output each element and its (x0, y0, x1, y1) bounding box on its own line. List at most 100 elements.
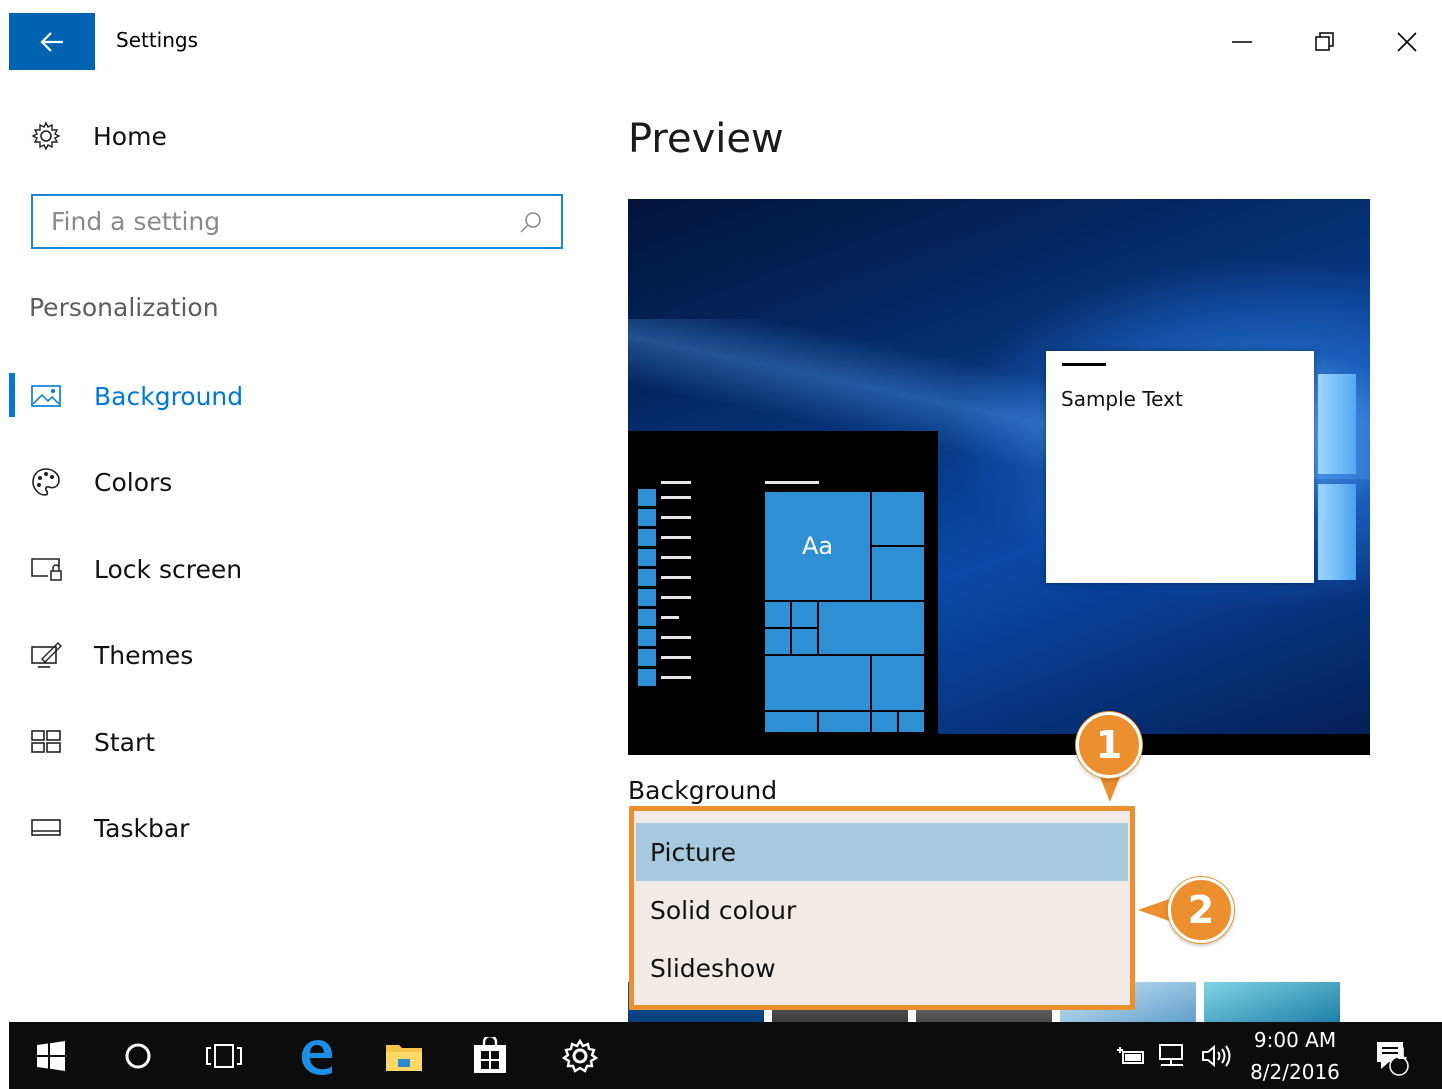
menu-item-line (661, 636, 691, 639)
file-explorer-icon (386, 1044, 422, 1071)
clock-time[interactable]: 9:00 AM (1250, 1028, 1340, 1052)
back-arrow-icon (40, 31, 63, 52)
sidebar-item-taskbar[interactable]: Taskbar (30, 806, 189, 850)
sidebar-item-label: Themes (94, 640, 194, 670)
search-box[interactable] (31, 194, 563, 249)
notification-count-badge: 1 (1396, 1044, 1408, 1063)
sidebar-item-colors[interactable]: Colors (30, 460, 172, 504)
menu-item-line (661, 536, 691, 539)
menu-item-icon (638, 669, 656, 686)
active-indicator (9, 373, 15, 417)
sidebar-home-label: Home (93, 121, 167, 151)
menu-item-line (661, 656, 691, 659)
callout-badge-1: 1 (1076, 712, 1142, 778)
sidebar-item-home[interactable]: Home (30, 114, 167, 158)
preview-tile (791, 628, 818, 655)
menu-item-icon (638, 589, 656, 606)
menu-item-line (661, 616, 679, 619)
settings-taskbar-button[interactable] (545, 1022, 615, 1089)
menu-item-icon (638, 549, 656, 566)
preview-logo-pane (1318, 374, 1356, 474)
battery-tray-button[interactable] (1112, 1022, 1148, 1089)
sidebar-item-label: Colors (94, 467, 173, 497)
sidebar-item-label: Start (94, 727, 156, 757)
menu-item-line (661, 481, 691, 484)
start-button[interactable] (16, 1022, 86, 1089)
minimize-icon (1232, 41, 1252, 43)
menu-item-icon (638, 649, 656, 666)
search-icon (520, 211, 541, 233)
minimize-button[interactable] (1222, 22, 1262, 62)
themes-icon (30, 641, 74, 669)
restore-button[interactable] (1305, 22, 1345, 62)
preview-tile (871, 491, 925, 546)
menu-item-icon (638, 489, 656, 506)
gear-icon (30, 120, 74, 152)
picture-icon (30, 384, 74, 408)
menu-item-icon (638, 569, 656, 586)
file-explorer-button[interactable] (369, 1022, 439, 1089)
menu-item-line (661, 516, 691, 519)
sidebar-item-label: Lock screen (94, 554, 243, 584)
menu-item-line (661, 676, 691, 679)
edge-button[interactable] (281, 1022, 351, 1089)
preview-tile (764, 711, 818, 733)
callout-pointer (1138, 898, 1172, 922)
preview-tile (871, 546, 925, 601)
volume-tray-button[interactable] (1197, 1022, 1237, 1089)
callout-badge-2: 2 (1168, 877, 1234, 943)
preview-tile (818, 601, 925, 655)
clock-date[interactable]: 8/2/2016 (1250, 1060, 1340, 1084)
settings-gear-icon (562, 1038, 598, 1073)
network-wired-icon (1159, 1043, 1183, 1066)
close-button[interactable] (1387, 22, 1427, 62)
preview-taskbar (628, 734, 1370, 755)
preview-tile: Aa (764, 491, 871, 601)
close-icon (1397, 32, 1417, 52)
start-tiles-icon (30, 729, 74, 755)
palette-icon (30, 466, 74, 498)
option-solid-colour[interactable]: Solid colour (636, 881, 1128, 939)
preview-tile (764, 655, 871, 711)
menu-item-line (661, 556, 691, 559)
preview-tile (791, 601, 818, 628)
option-slideshow[interactable]: Slideshow (636, 939, 1128, 997)
task-view-button[interactable] (189, 1022, 259, 1089)
preview-tile (898, 711, 925, 733)
menu-item-icon (638, 609, 656, 626)
preview-tile (871, 711, 898, 733)
sample-window: Sample Text (1046, 351, 1314, 583)
menu-item-icon (638, 509, 656, 526)
menu-item-line (661, 496, 691, 499)
window-title: Settings (116, 28, 199, 52)
menu-item-line (661, 596, 691, 599)
tiles-header-line (765, 481, 819, 484)
sidebar-item-themes[interactable]: Themes (30, 633, 193, 677)
preview-tile (764, 628, 791, 655)
page-title: Preview (628, 116, 784, 162)
picture-thumbnail[interactable] (1204, 982, 1340, 1022)
menu-item-icon (638, 529, 656, 546)
menu-item-line (661, 576, 691, 579)
sample-window-titlebar (1062, 363, 1106, 366)
sidebar-item-start[interactable]: Start (30, 720, 155, 764)
preview-tile (818, 711, 871, 733)
sidebar-item-lock-screen[interactable]: Lock screen (30, 547, 242, 591)
store-button[interactable] (455, 1022, 525, 1089)
cortana-button[interactable] (103, 1022, 173, 1089)
menu-item-icon (638, 629, 656, 646)
taskbar-icon (30, 817, 74, 839)
back-button[interactable] (9, 13, 95, 70)
action-center-button[interactable]: 1 (1366, 1022, 1416, 1089)
sidebar-item-label: Taskbar (94, 813, 190, 843)
restore-icon (1315, 32, 1334, 51)
task-view-icon (206, 1043, 242, 1068)
search-input[interactable] (51, 207, 519, 236)
option-picture[interactable]: Picture (636, 823, 1128, 881)
sample-text: Sample Text (1061, 387, 1183, 411)
edge-icon (301, 1039, 333, 1075)
desktop-preview: Sample Text Aa (628, 199, 1370, 755)
lock-screen-icon (30, 556, 74, 582)
sidebar-item-background[interactable]: Background (30, 374, 243, 418)
network-tray-button[interactable] (1155, 1022, 1191, 1089)
